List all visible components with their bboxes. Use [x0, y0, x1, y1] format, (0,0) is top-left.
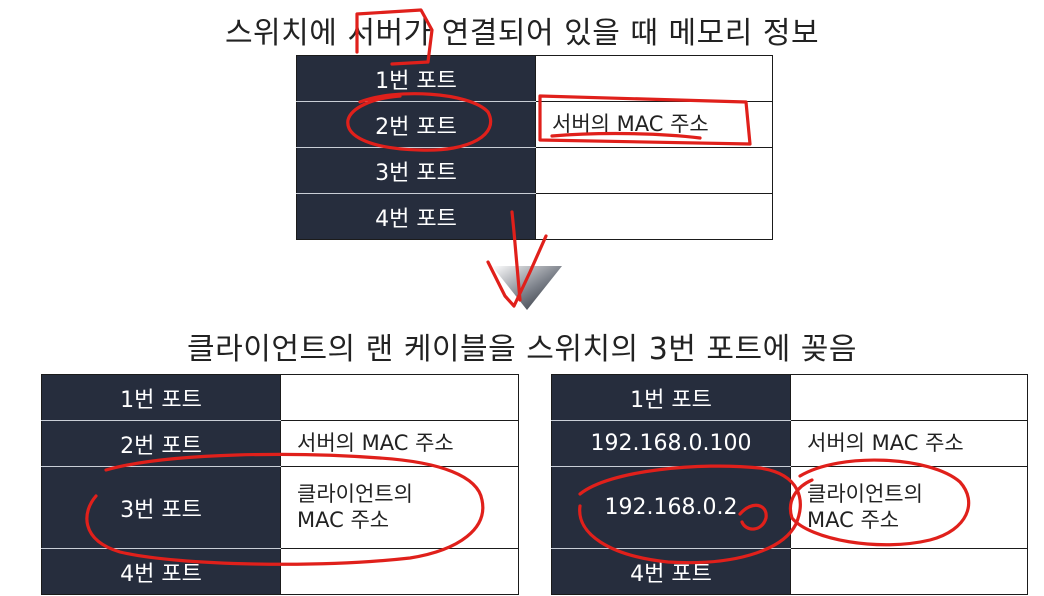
- port-value: 서버의 MAC 주소: [535, 101, 773, 148]
- port-label: 4번 포트: [551, 548, 791, 595]
- table-row: 4번 포트: [551, 548, 1028, 595]
- table-row: 1번 포트: [41, 374, 519, 421]
- port-value: 클라이언트의 MAC 주소: [790, 466, 1028, 549]
- down-arrow-icon: [492, 266, 562, 310]
- port-value: 서버의 MAC 주소: [790, 420, 1028, 467]
- port-value: 클라이언트의 MAC 주소: [280, 466, 519, 549]
- right-memory-table: 1번 포트 192.168.0.100 서버의 MAC 주소 192.168.0…: [551, 374, 1028, 595]
- port-value: [280, 548, 519, 595]
- port-label: 1번 포트: [296, 55, 536, 102]
- port-label: 1번 포트: [41, 374, 281, 421]
- port-value: 서버의 MAC 주소: [280, 420, 519, 467]
- port-label: 3번 포트: [41, 466, 281, 549]
- port-value: [790, 548, 1028, 595]
- port-label: 1번 포트: [551, 374, 791, 421]
- port-label: 4번 포트: [41, 548, 281, 595]
- table-row: 2번 포트 서버의 MAC 주소: [296, 101, 773, 148]
- port-label: 3번 포트: [296, 147, 536, 194]
- table-row: 192.168.0.2 클라이언트의 MAC 주소: [551, 466, 1028, 549]
- port-label: 192.168.0.2: [551, 466, 791, 549]
- port-label: 2번 포트: [41, 420, 281, 467]
- port-value: [280, 374, 519, 421]
- left-memory-table: 1번 포트 2번 포트 서버의 MAC 주소 3번 포트 클라이언트의 MAC …: [41, 374, 519, 595]
- middle-title: 클라이언트의 랜 케이블을 스위치의 3번 포트에 꽂음: [187, 332, 857, 367]
- table-row: 192.168.0.100 서버의 MAC 주소: [551, 420, 1028, 467]
- port-value: [535, 55, 773, 102]
- port-label: 2번 포트: [296, 101, 536, 148]
- table-row: 3번 포트: [296, 147, 773, 194]
- port-value: [790, 374, 1028, 421]
- table-row: 2번 포트 서버의 MAC 주소: [41, 420, 519, 467]
- port-label: 192.168.0.100: [551, 420, 791, 467]
- table-row: 1번 포트: [296, 55, 773, 102]
- port-value: [535, 147, 773, 194]
- table-row: 4번 포트: [41, 548, 519, 595]
- table-row: 3번 포트 클라이언트의 MAC 주소: [41, 466, 519, 549]
- top-title: 스위치에 서버가 연결되어 있을 때 메모리 정보: [224, 16, 820, 51]
- table-row: 1번 포트: [551, 374, 1028, 421]
